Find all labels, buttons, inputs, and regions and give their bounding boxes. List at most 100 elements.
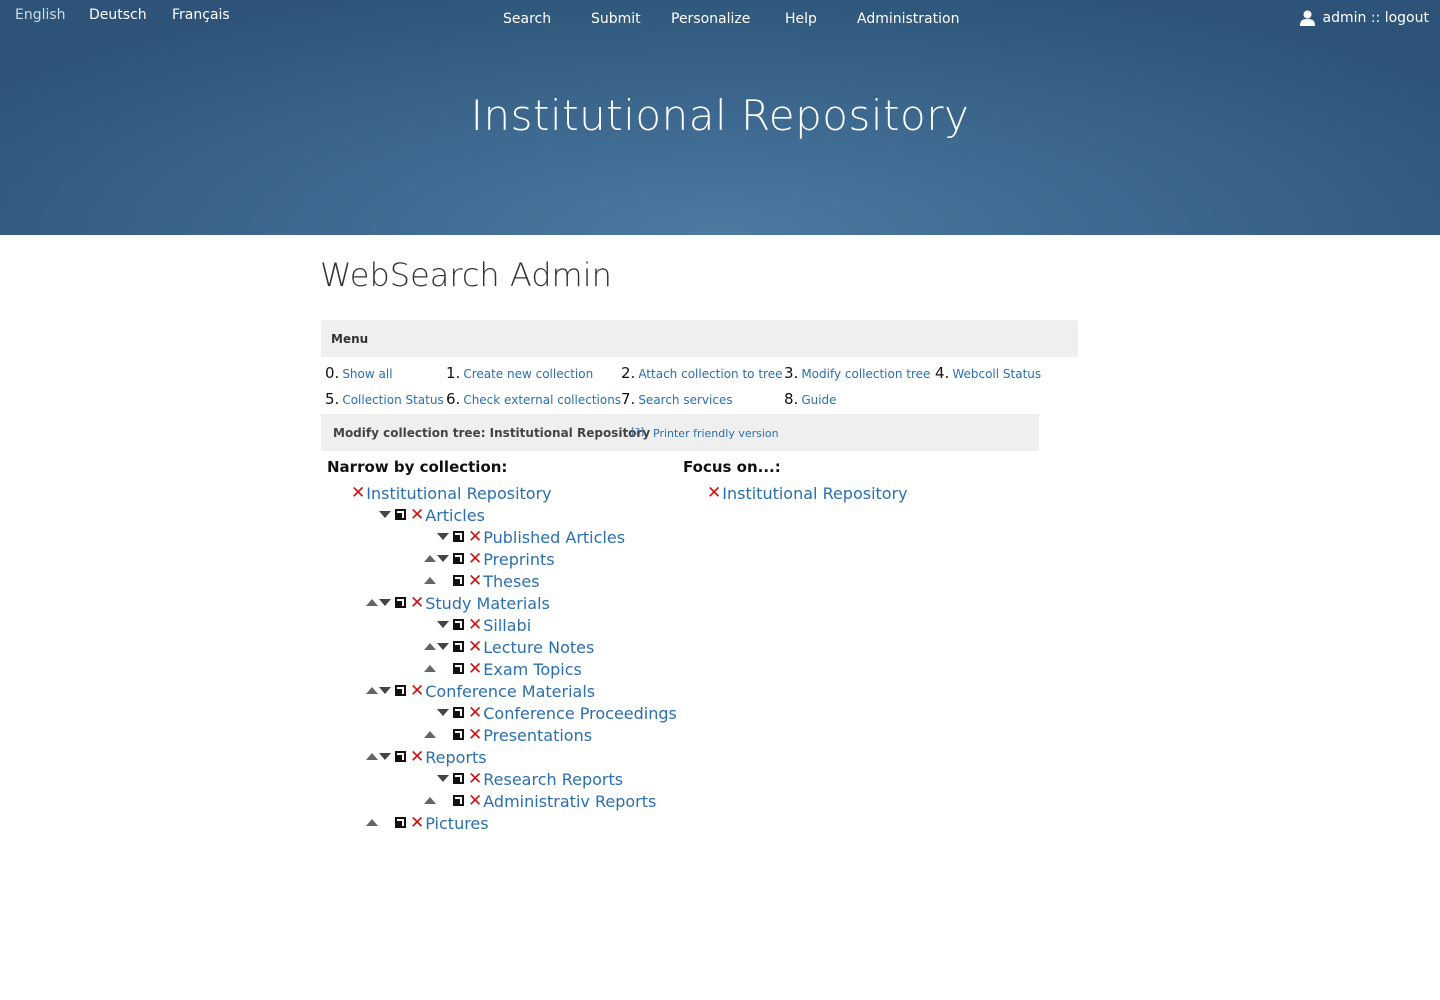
help-link[interactable]: [?] — [631, 427, 644, 438]
move-down-icon[interactable] — [379, 687, 391, 694]
menu-link-show-all[interactable]: Show all — [342, 367, 392, 381]
move-to-icon[interactable] — [453, 707, 464, 718]
menu-item-external-collections: 6. Check external collections — [446, 390, 622, 408]
focus-heading: Focus on...: — [683, 458, 781, 476]
move-to-icon[interactable] — [453, 729, 464, 740]
collection-link[interactable]: Conference Proceedings — [483, 704, 677, 723]
tree-row: ✕ Research Reports — [468, 768, 623, 790]
move-to-icon[interactable] — [395, 509, 406, 520]
menu-item-search-services: 7. Search services — [621, 390, 733, 408]
move-up-icon[interactable] — [424, 555, 436, 562]
move-up-icon[interactable] — [366, 687, 378, 694]
menu-link-create-collection[interactable]: Create new collection — [463, 367, 593, 381]
lang-english[interactable]: English — [15, 7, 66, 23]
nav-personalize[interactable]: Personalize — [671, 11, 750, 27]
move-to-icon[interactable] — [395, 685, 406, 696]
move-up-icon[interactable] — [424, 643, 436, 650]
move-down-icon[interactable] — [437, 533, 449, 540]
tree-row: ✕ Pictures — [410, 812, 489, 834]
collection-link[interactable]: Conference Materials — [425, 682, 595, 701]
collection-link[interactable]: Pictures — [425, 814, 488, 833]
menu-link-modify-tree[interactable]: Modify collection tree — [801, 367, 930, 381]
menu-link-external-collections[interactable]: Check external collections — [463, 393, 621, 407]
delete-icon[interactable]: ✕ — [468, 790, 482, 812]
menu-link-attach-collection[interactable]: Attach collection to tree — [638, 367, 782, 381]
user-logout-link[interactable]: admin :: logout — [1323, 10, 1429, 26]
delete-icon[interactable]: ✕ — [468, 526, 482, 548]
move-to-icon[interactable] — [395, 817, 406, 828]
tree-row: ✕ Presentations — [468, 724, 592, 746]
collection-link[interactable]: Preprints — [483, 550, 554, 569]
move-up-icon[interactable] — [366, 819, 378, 826]
collection-link[interactable]: Sillabi — [483, 616, 531, 635]
delete-icon[interactable]: ✕ — [468, 658, 482, 680]
move-down-icon[interactable] — [437, 555, 449, 562]
nav-administration[interactable]: Administration — [857, 11, 959, 27]
delete-icon[interactable]: ✕ — [351, 482, 365, 504]
move-to-icon[interactable] — [453, 641, 464, 652]
tree-row: ✕ Institutional Repository — [351, 482, 552, 504]
move-down-icon[interactable] — [437, 621, 449, 628]
delete-icon[interactable]: ✕ — [468, 636, 482, 658]
move-down-icon[interactable] — [437, 709, 449, 716]
collection-link[interactable]: Study Materials — [425, 594, 550, 613]
move-to-icon[interactable] — [395, 751, 406, 762]
delete-icon[interactable]: ✕ — [468, 768, 482, 790]
delete-icon[interactable]: ✕ — [410, 680, 424, 702]
move-up-icon[interactable] — [366, 753, 378, 760]
move-to-icon[interactable] — [395, 597, 406, 608]
tree-row: ✕ Reports — [410, 746, 487, 768]
menu-link-guide[interactable]: Guide — [801, 393, 836, 407]
collection-link[interactable]: Presentations — [483, 726, 592, 745]
move-up-icon[interactable] — [424, 797, 436, 804]
collection-link[interactable]: Theses — [483, 572, 539, 591]
move-up-icon[interactable] — [366, 599, 378, 606]
modify-tree-bar: Modify collection tree: Institutional Re… — [321, 414, 1039, 451]
delete-icon[interactable]: ✕ — [468, 548, 482, 570]
collection-link[interactable]: Published Articles — [483, 528, 625, 547]
lang-deutsch[interactable]: Deutsch — [89, 7, 147, 23]
nav-search[interactable]: Search — [503, 11, 551, 27]
menu-item-modify-tree: 3. Modify collection tree — [784, 364, 931, 382]
nav-help[interactable]: Help — [785, 11, 817, 27]
collection-link[interactable]: Exam Topics — [483, 660, 582, 679]
delete-icon[interactable]: ✕ — [707, 482, 721, 504]
delete-icon[interactable]: ✕ — [468, 724, 482, 746]
move-up-icon[interactable] — [424, 665, 436, 672]
move-to-icon[interactable] — [453, 619, 464, 630]
nav-submit[interactable]: Submit — [591, 11, 641, 27]
menu-link-search-services[interactable]: Search services — [638, 393, 732, 407]
move-up-icon[interactable] — [424, 577, 436, 584]
move-down-icon[interactable] — [437, 643, 449, 650]
move-up-icon[interactable] — [424, 731, 436, 738]
collection-link[interactable]: Institutional Repository — [366, 484, 551, 503]
delete-icon[interactable]: ✕ — [468, 702, 482, 724]
delete-icon[interactable]: ✕ — [410, 746, 424, 768]
delete-icon[interactable]: ✕ — [410, 592, 424, 614]
move-down-icon[interactable] — [379, 753, 391, 760]
delete-icon[interactable]: ✕ — [468, 570, 482, 592]
move-to-icon[interactable] — [453, 663, 464, 674]
collection-link[interactable]: Reports — [425, 748, 486, 767]
move-down-icon[interactable] — [379, 599, 391, 606]
lang-francais[interactable]: Français — [172, 7, 230, 23]
collection-link[interactable]: Lecture Notes — [483, 638, 594, 657]
printer-friendly-link[interactable]: Printer friendly version — [653, 427, 779, 440]
menu-link-webcoll-status[interactable]: Webcoll Status — [952, 367, 1041, 381]
move-to-icon[interactable] — [453, 575, 464, 586]
menu-link-collection-status[interactable]: Collection Status — [342, 393, 443, 407]
move-to-icon[interactable] — [453, 531, 464, 542]
collection-link[interactable]: Articles — [425, 506, 485, 525]
move-down-icon[interactable] — [379, 511, 391, 518]
move-to-icon[interactable] — [453, 773, 464, 784]
delete-icon[interactable]: ✕ — [468, 614, 482, 636]
site-header: English Deutsch Français Search Submit P… — [0, 0, 1440, 235]
move-down-icon[interactable] — [437, 775, 449, 782]
collection-link[interactable]: Administrativ Reports — [483, 792, 656, 811]
delete-icon[interactable]: ✕ — [410, 504, 424, 526]
move-to-icon[interactable] — [453, 795, 464, 806]
delete-icon[interactable]: ✕ — [410, 812, 424, 834]
focus-collection-link[interactable]: Institutional Repository — [722, 484, 907, 503]
move-to-icon[interactable] — [453, 553, 464, 564]
collection-link[interactable]: Research Reports — [483, 770, 623, 789]
